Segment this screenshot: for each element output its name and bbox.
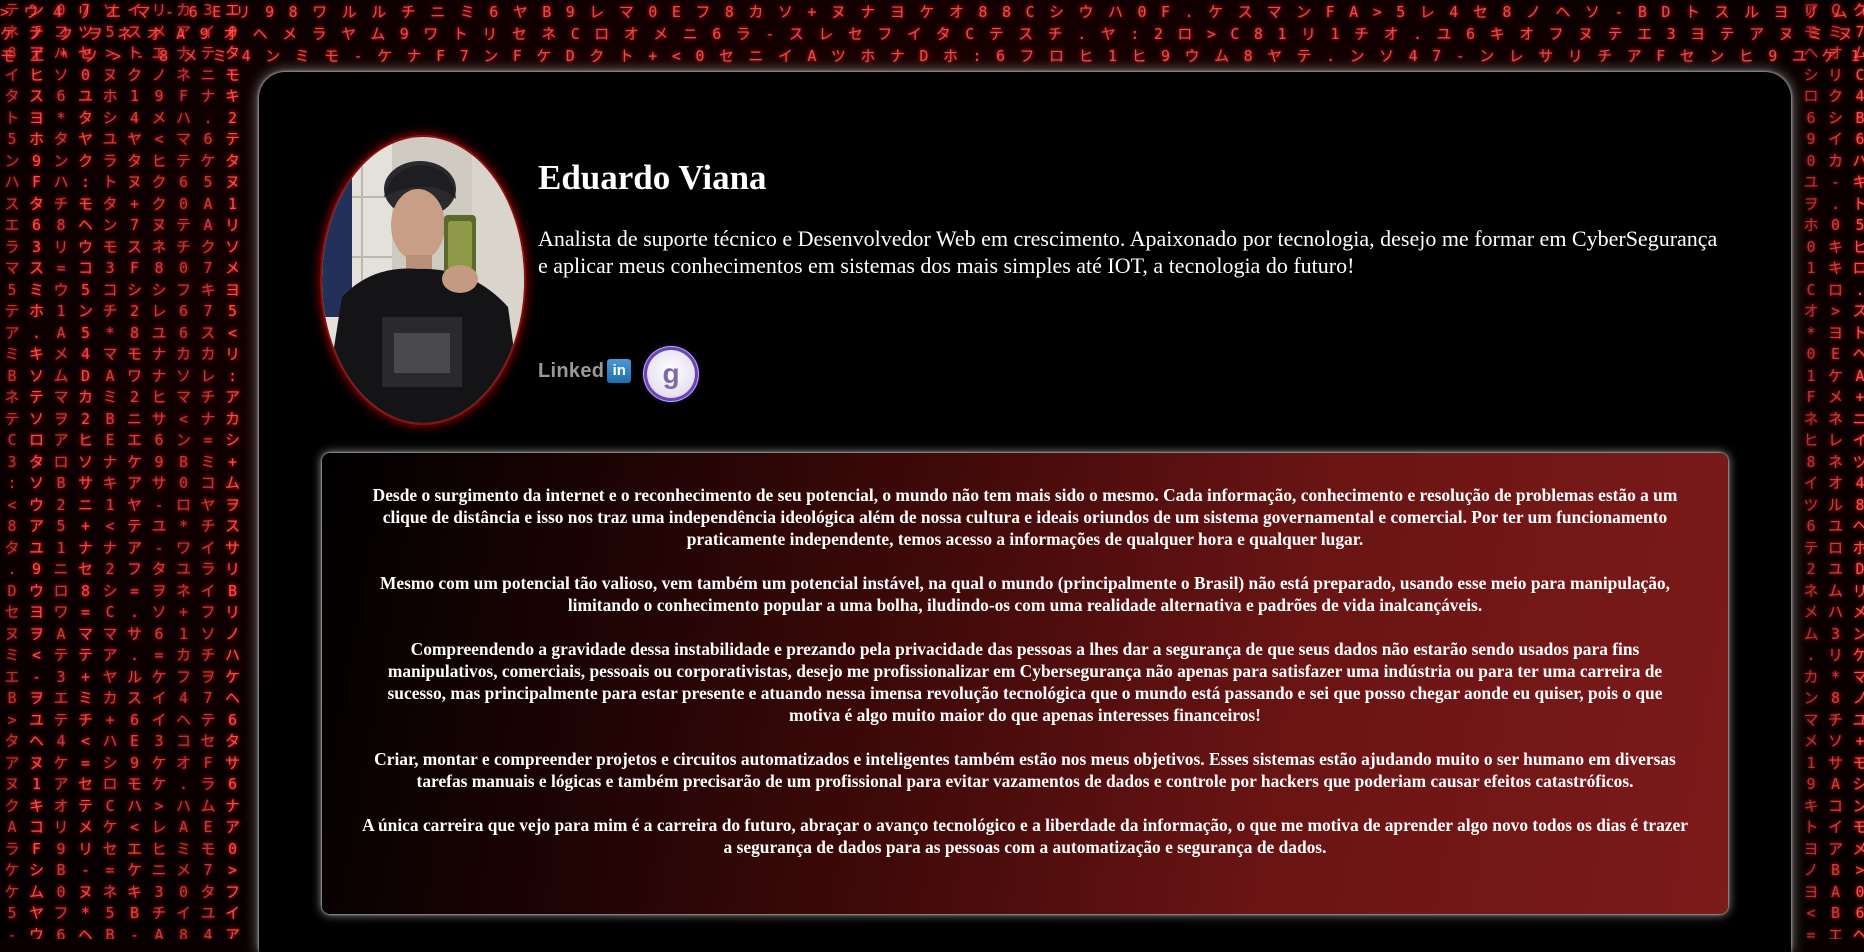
matrix-glyph-column: リ メ エ ノ 9 メ < ヒ ク ク ヌ ネ 8 シ レ ユ ナ ナ ヒ サ … — [151, 1, 167, 939]
about-paragraph: Desde o surgimento da internet e o recon… — [372, 485, 1678, 549]
matrix-glyph-column: イ ス ト ク 1 4 ヤ タ ヌ + 7 ス F シ 2 8 モ ワ 2 ニ … — [126, 1, 142, 939]
matrix-glyph-column: ソ 5 > ヌ ホ シ ユ ラ ト タ ン モ 3 コ チ * マ A ミ B … — [102, 1, 118, 939]
matrix-glyph-column: エ 0 タ モ キ 2 テ タ ヌ 1 リ ソ メ ヨ 5 < リ : ア カ … — [224, 1, 240, 939]
matrix-glyph-column: ン チ ア ヒ ス ヨ ホ 9 F タ 6 3 ス ミ ホ . キ ソ テ ソ … — [28, 1, 44, 939]
profile-name: Eduardo Viana — [538, 158, 767, 197]
linkedin-wordmark: Linked — [538, 359, 605, 382]
about-paragraph: Criar, montar e compreender projetos e c… — [374, 749, 1676, 791]
matrix-glyph-row: ケノクヲネオA9オヘメラヤム9ワトリセネCロオメニ6ラ-スレセフイタCテスチ.ヤ… — [0, 25, 1864, 43]
git-badge-letter: g — [662, 358, 679, 389]
about-paragraph: A única carreira que vejo para mim é a c… — [362, 815, 1688, 857]
about-paragraph: Mesmo com um potencial tão valioso, vem … — [380, 573, 1670, 615]
git-badge-icon: g — [662, 358, 679, 389]
matrix-glyph-row: モエ*ツ>-8メミ4ンミモ-ケナF7ンFケDクト+<0セニイAツホナDホ:6フロ… — [0, 47, 1864, 65]
matrix-glyph-column: ア モ ヘ シ ロ 6 9 0 ユ ヲ ホ 0 1 C オ * 0 1 F ネ … — [1803, 1, 1819, 939]
matrix-glyph-column: 3 イ テ ニ ナ . 6 ケ 5 A A ク 7 キ 7 ス カ レ チ ナ … — [200, 1, 216, 939]
about-section: Desde o surgimento da internet e o recon… — [322, 453, 1728, 914]
git-badge-link[interactable]: g — [647, 350, 695, 398]
about-paragraph: Compreendendo a gravidade dessa instabil… — [387, 639, 1663, 725]
matrix-glyph-column: カ ア ナ ネ F ハ マ テ 6 0 テ チ 0 フ 6 6 カ ソ マ < … — [175, 1, 191, 939]
profile-photo — [322, 137, 524, 423]
matrix-glyph-column: テ ネ 8 イ タ ト 5 ン ハ ス エ ラ マ 5 テ ア ミ B ネ テ … — [4, 1, 20, 939]
avatar-image — [322, 137, 524, 423]
linkedin-link[interactable]: Linked in — [538, 356, 632, 386]
matrix-glyph-column: 7 ツ セ 0 ユ タ ヤ ク : モ ヘ ウ コ 5 ン 5 4 D カ 2 … — [77, 1, 93, 939]
profile-bio: Analista de suporte técnico e Desenvolve… — [538, 226, 1718, 278]
matrix-glyph-column: ク 7 ム C 4 B 6 ハ キ ト 5 ヒ ロ . ス ト ヘ A + ニ … — [1852, 1, 1864, 939]
matrix-glyph-row: >ウ4リエマ-6Eリ98ワルルチニミ6ヤB9レマ0Eフ8カソ+ヌナヨケオ88Cシ… — [0, 3, 1864, 21]
matrix-glyph-column: C ミ オ リ ク シ イ カ - . 0 キ キ ロ > ヨ E ケ メ ネ … — [1827, 1, 1843, 939]
matrix-glyph-column: 0 コ ハ ソ 6 * タ ン ハ チ 8 リ = ウ 1 A メ ム マ ヲ … — [53, 1, 69, 939]
linkedin-icon: in — [607, 359, 632, 383]
